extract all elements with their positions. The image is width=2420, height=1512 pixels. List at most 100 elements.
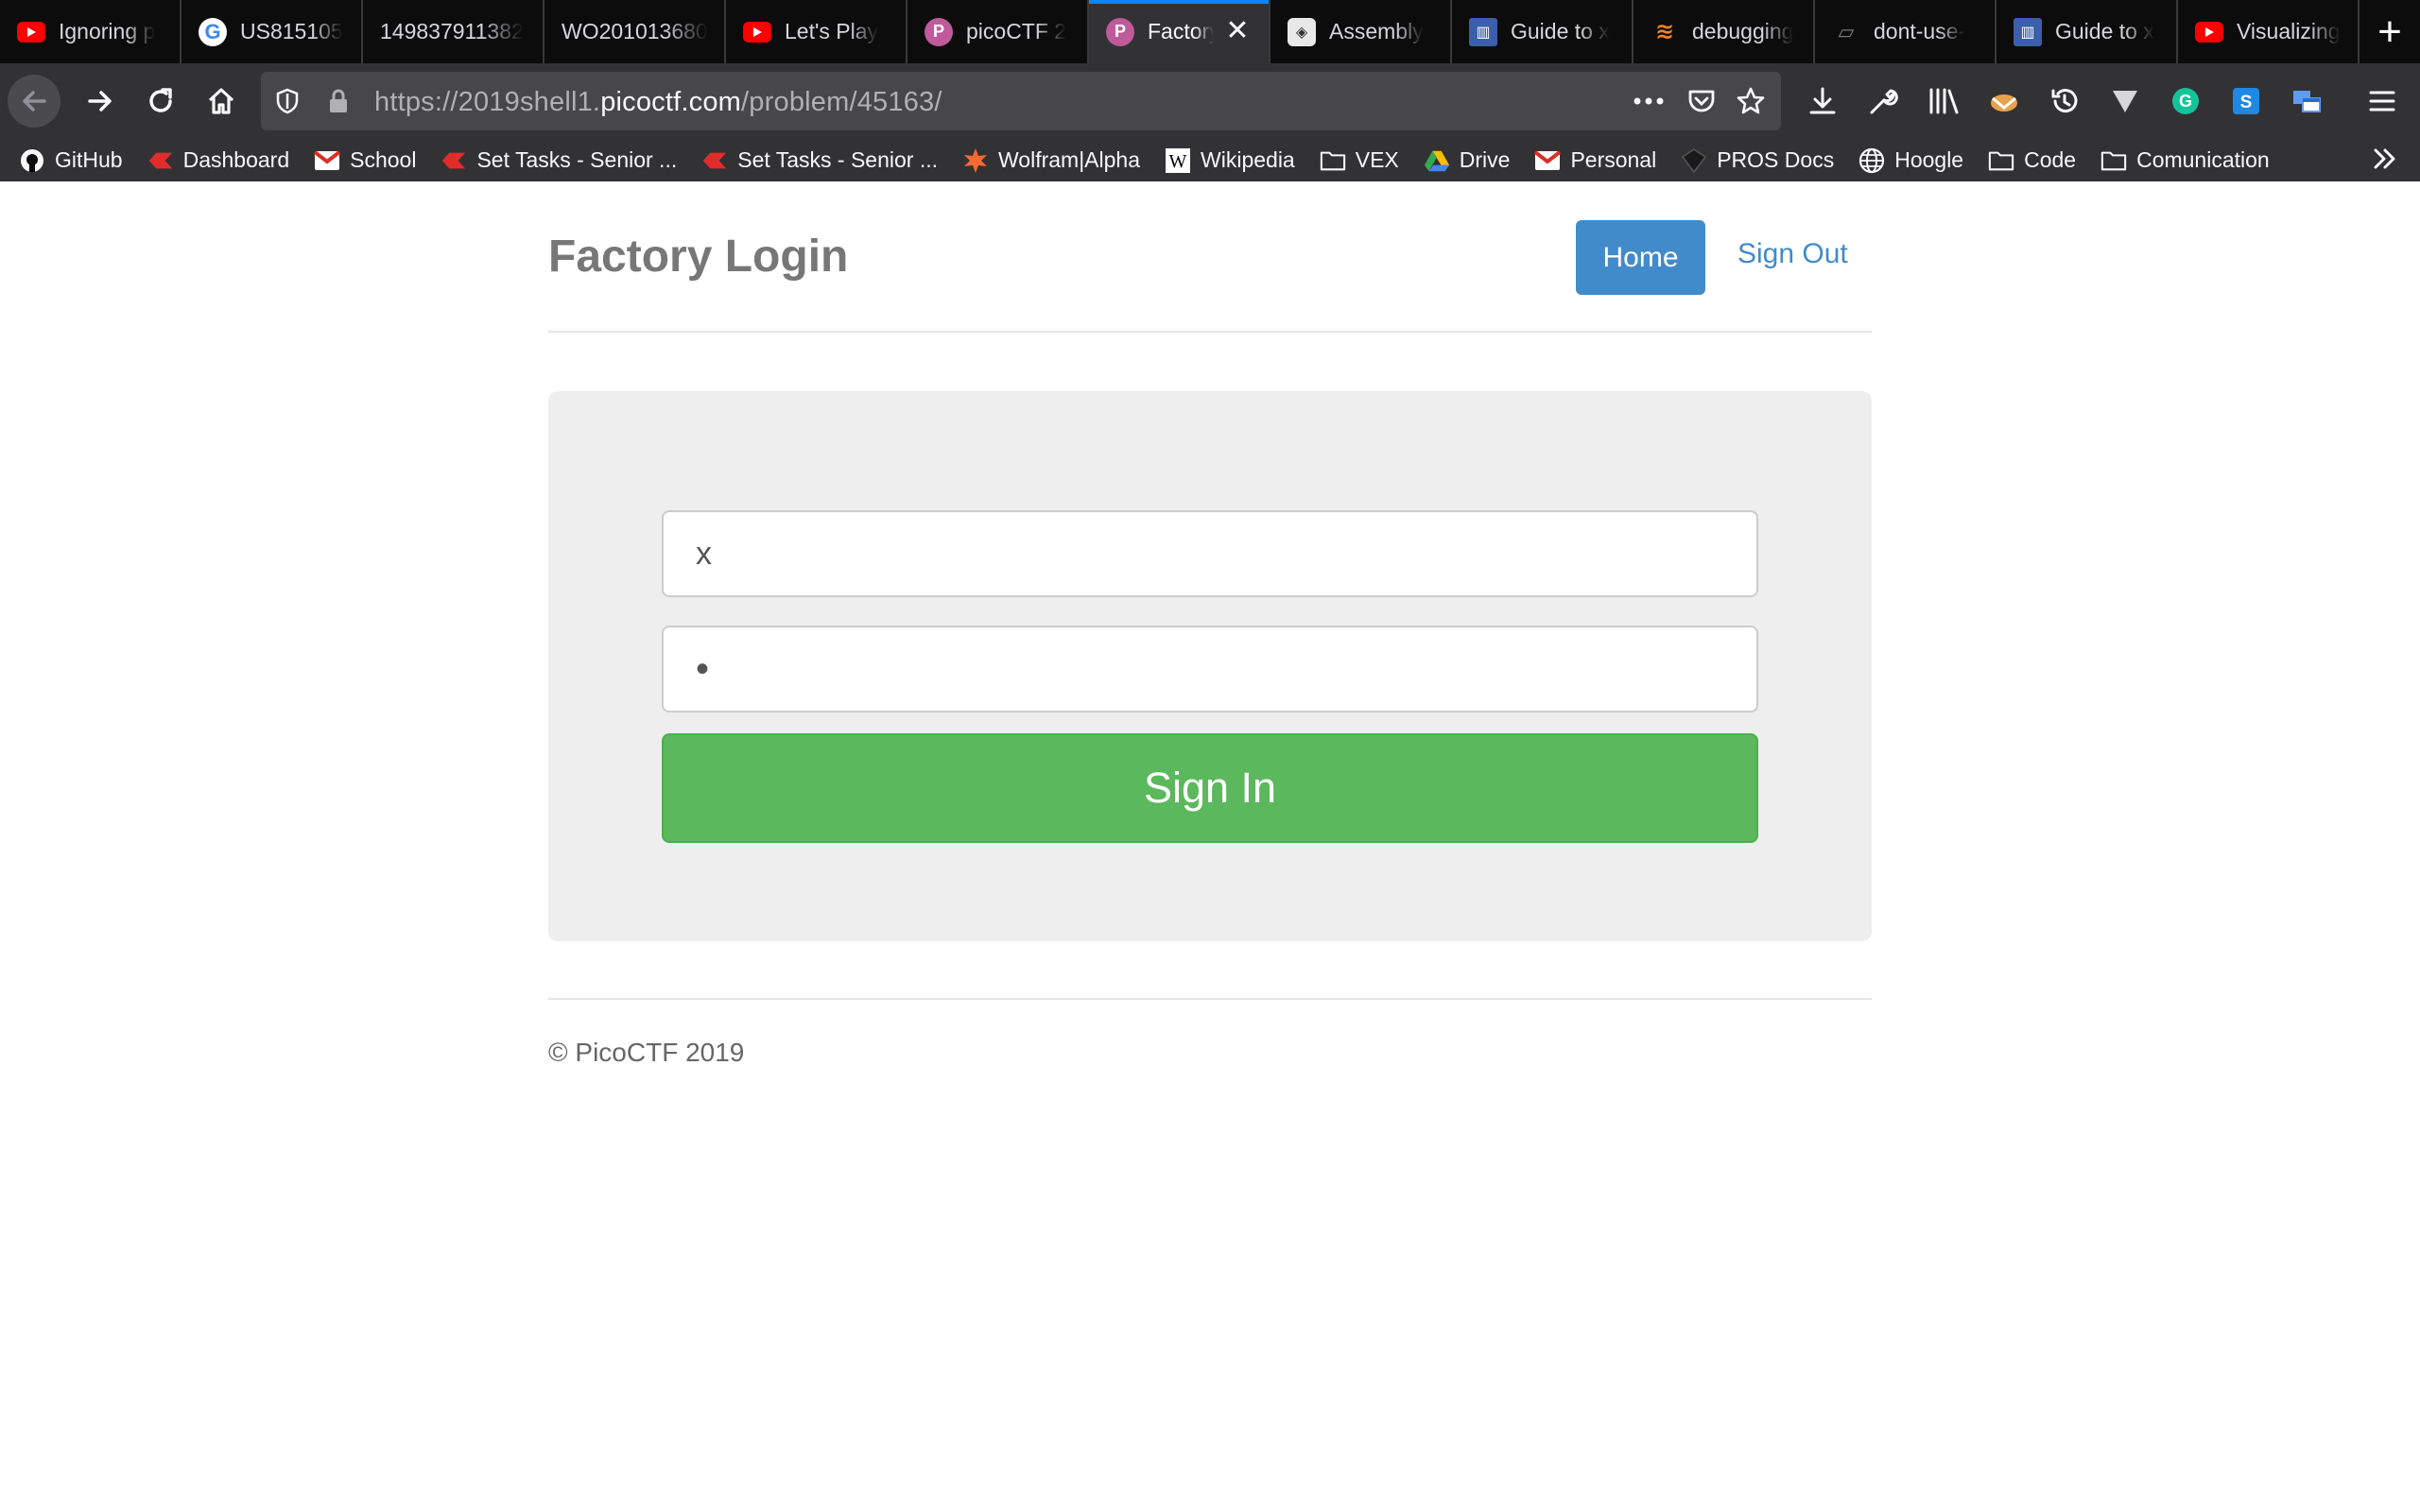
- url-prefix: https://2019shell1.: [374, 87, 601, 117]
- globe-icon: [1858, 147, 1885, 174]
- picoctf-icon: P: [925, 17, 953, 46]
- bookmark-folder-comunication[interactable]: Comunication: [2100, 147, 2270, 174]
- bookmark-folder-code[interactable]: Code: [1988, 147, 2076, 174]
- tab-2[interactable]: 149837911382: [363, 0, 544, 63]
- more-actions-icon[interactable]: [1632, 84, 1666, 118]
- canvas-icon: [701, 147, 728, 174]
- svg-text:W: W: [1169, 151, 1187, 172]
- extension-fox-icon[interactable]: [1979, 77, 2029, 126]
- wrench-icon[interactable]: [1858, 77, 1908, 126]
- hamburger-menu-icon[interactable]: [2358, 77, 2407, 126]
- download-icon[interactable]: [1798, 77, 1847, 126]
- plus-icon: +: [2377, 8, 2402, 55]
- bookmark-wikipedia[interactable]: W Wikipedia: [1165, 147, 1295, 174]
- bookmark-label: VEX: [1355, 147, 1399, 172]
- bookmark-folder-vex[interactable]: VEX: [1320, 147, 1399, 174]
- s-extension-icon[interactable]: S: [2221, 77, 2271, 126]
- youtube-icon: [17, 21, 45, 43]
- tab-title: Let's Play: [785, 19, 878, 43]
- tab-10[interactable]: ▱ dont-use-: [1815, 0, 1996, 63]
- github-icon: [19, 147, 45, 174]
- tab-9[interactable]: ≋ debugging: [1634, 0, 1815, 63]
- bookmark-label: Personal: [1570, 147, 1657, 172]
- bookmark-hoogle[interactable]: Hoogle: [1858, 147, 1963, 174]
- bookmark-label: Set Tasks - Senior ...: [476, 147, 678, 172]
- star-icon[interactable]: [1734, 84, 1768, 118]
- bookmark-label: Drive: [1459, 147, 1511, 172]
- folder-icon: [2100, 147, 2127, 174]
- bookmark-label: PROS Docs: [1717, 147, 1835, 172]
- tab-7[interactable]: ◈ Assembly: [1270, 0, 1452, 63]
- library-icon[interactable]: [1919, 77, 1968, 126]
- tab-6-active[interactable]: P Factory ✕: [1089, 0, 1270, 63]
- bookmark-personal[interactable]: Personal: [1534, 147, 1656, 174]
- university-icon: ▥: [2014, 17, 2042, 46]
- tab-title: picoCTF 2: [966, 19, 1067, 43]
- reload-icon: [149, 88, 172, 112]
- sign-out-link[interactable]: Sign Out: [1737, 238, 1848, 270]
- username-input[interactable]: x: [662, 510, 1758, 597]
- google-icon: G: [199, 17, 227, 46]
- history-icon[interactable]: [2040, 77, 2089, 126]
- tab-title: Guide to x: [1511, 19, 1610, 43]
- tab-title: Ignoring p: [59, 19, 156, 43]
- lock-icon[interactable]: [321, 84, 355, 118]
- bookmark-label: Code: [2024, 147, 2077, 172]
- stackoverflow-icon: ≋: [1654, 19, 1675, 44]
- url-text[interactable]: https://2019shell1.picoctf.com/problem/4…: [374, 87, 942, 118]
- bookmark-drive[interactable]: Drive: [1424, 147, 1511, 174]
- tab-3[interactable]: WO201013680: [544, 0, 726, 63]
- reload-button[interactable]: [134, 75, 187, 128]
- pocket-icon[interactable]: [1685, 84, 1719, 118]
- sign-in-button[interactable]: Sign In: [662, 733, 1758, 843]
- tab-title: Visualizing: [2237, 19, 2341, 43]
- tab-title: dont-use-: [1874, 19, 1966, 43]
- canvas-icon: [441, 147, 467, 174]
- back-button[interactable]: [8, 75, 60, 128]
- grammarly-icon[interactable]: G: [2161, 77, 2210, 126]
- url-host: picoctf.com: [600, 87, 742, 117]
- gmail-icon: [314, 147, 341, 174]
- shield-icon[interactable]: [270, 84, 304, 118]
- svg-text:G: G: [2179, 92, 2192, 111]
- tab-12[interactable]: Visualizing: [2178, 0, 2360, 63]
- home-nav-button[interactable]: Home: [1576, 220, 1705, 295]
- tab-title: Assembly: [1329, 19, 1424, 43]
- home-button[interactable]: [195, 75, 248, 128]
- bookmark-label: Dashboard: [182, 147, 290, 172]
- close-icon[interactable]: ✕: [1223, 17, 1252, 45]
- url-bar[interactable]: https://2019shell1.picoctf.com/problem/4…: [261, 72, 1781, 130]
- tab-8[interactable]: ▥ Guide to x: [1452, 0, 1634, 63]
- tab-1[interactable]: G US815105: [182, 0, 363, 63]
- vimium-icon[interactable]: [2100, 77, 2150, 126]
- new-tab-button[interactable]: +: [2360, 0, 2420, 63]
- password-input[interactable]: •: [662, 626, 1758, 713]
- forward-button[interactable]: [74, 75, 127, 128]
- bookmark-dashboard[interactable]: Dashboard: [147, 147, 290, 174]
- bookmark-set-tasks-1[interactable]: Set Tasks - Senior ...: [441, 147, 677, 174]
- bookmark-wolfram-alpha[interactable]: Wolfram|Alpha: [962, 147, 1140, 174]
- tab-4[interactable]: Let's Play: [726, 0, 908, 63]
- bookmark-label: Set Tasks - Senior ...: [737, 147, 939, 172]
- university-icon: ▥: [1469, 17, 1497, 46]
- page-icon: ▱: [1838, 19, 1855, 43]
- folder-icon: [1988, 147, 2014, 174]
- bookmark-school[interactable]: School: [314, 147, 416, 174]
- windows-extension-icon[interactable]: [2282, 77, 2331, 126]
- footer-copyright: © PicoCTF 2019: [548, 998, 1872, 1068]
- tab-5[interactable]: P picoCTF 2: [908, 0, 1089, 63]
- url-path: /problem/45163/: [741, 87, 942, 117]
- canvas-icon: [147, 147, 174, 174]
- bookmark-set-tasks-2[interactable]: Set Tasks - Senior ...: [701, 147, 938, 174]
- tab-title: 149837911382: [380, 19, 524, 43]
- home-icon: [208, 88, 234, 114]
- bookmark-pros-docs[interactable]: PROS Docs: [1681, 147, 1834, 174]
- tab-title: US815105: [240, 19, 343, 43]
- tab-11[interactable]: ▥ Guide to x: [1996, 0, 2178, 63]
- tab-0[interactable]: Ignoring p: [0, 0, 182, 63]
- site-header: Factory Login Home Sign Out: [548, 181, 1872, 333]
- bookmark-github[interactable]: GitHub: [19, 147, 123, 174]
- chevron-double-right-icon[interactable]: [2371, 145, 2399, 180]
- navigation-toolbar: https://2019shell1.picoctf.com/problem/4…: [0, 63, 2420, 139]
- tab-title: debugging: [1692, 19, 1794, 43]
